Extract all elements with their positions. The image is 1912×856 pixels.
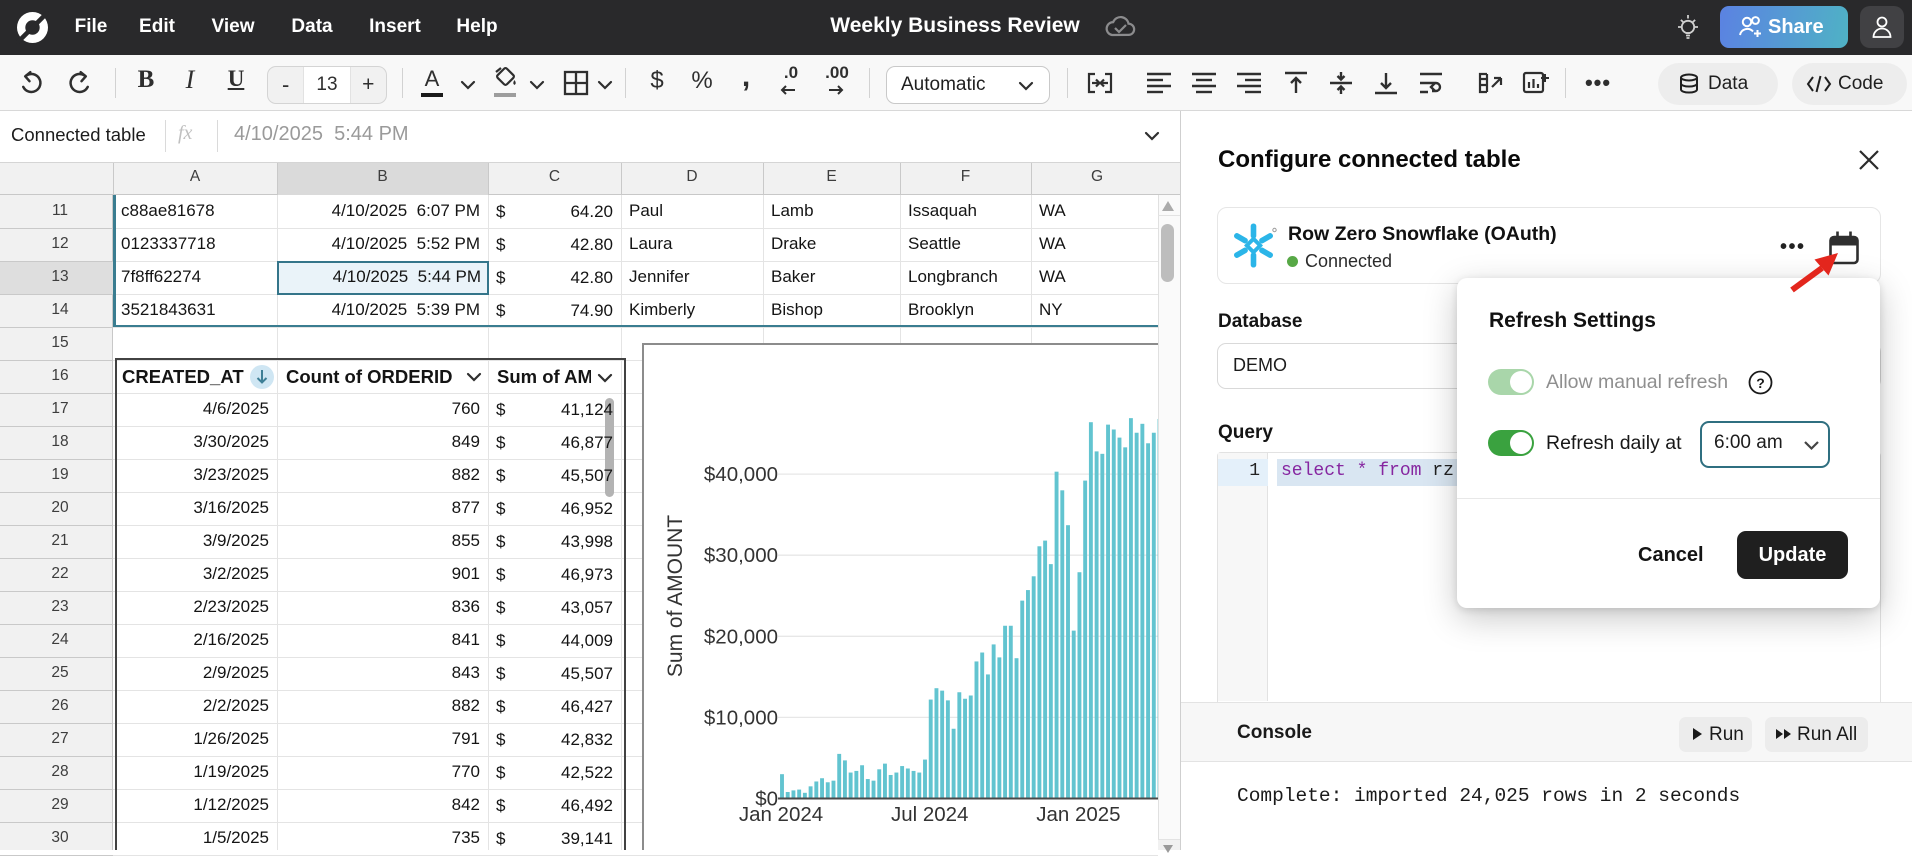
svg-text:Jul 2024: Jul 2024 — [891, 803, 969, 826]
svg-text:$30,000: $30,000 — [704, 544, 778, 567]
svg-text:$20,000: $20,000 — [704, 625, 778, 648]
svg-text:Sum of AMOUNT: Sum of AMOUNT — [664, 515, 687, 677]
svg-text:Jan 2025: Jan 2025 — [1036, 803, 1120, 826]
svg-text:$40,000: $40,000 — [704, 463, 778, 486]
svg-text:$10,000: $10,000 — [704, 706, 778, 729]
svg-text:?: ? — [1756, 375, 1765, 391]
svg-text:Jan 2024: Jan 2024 — [739, 803, 823, 826]
